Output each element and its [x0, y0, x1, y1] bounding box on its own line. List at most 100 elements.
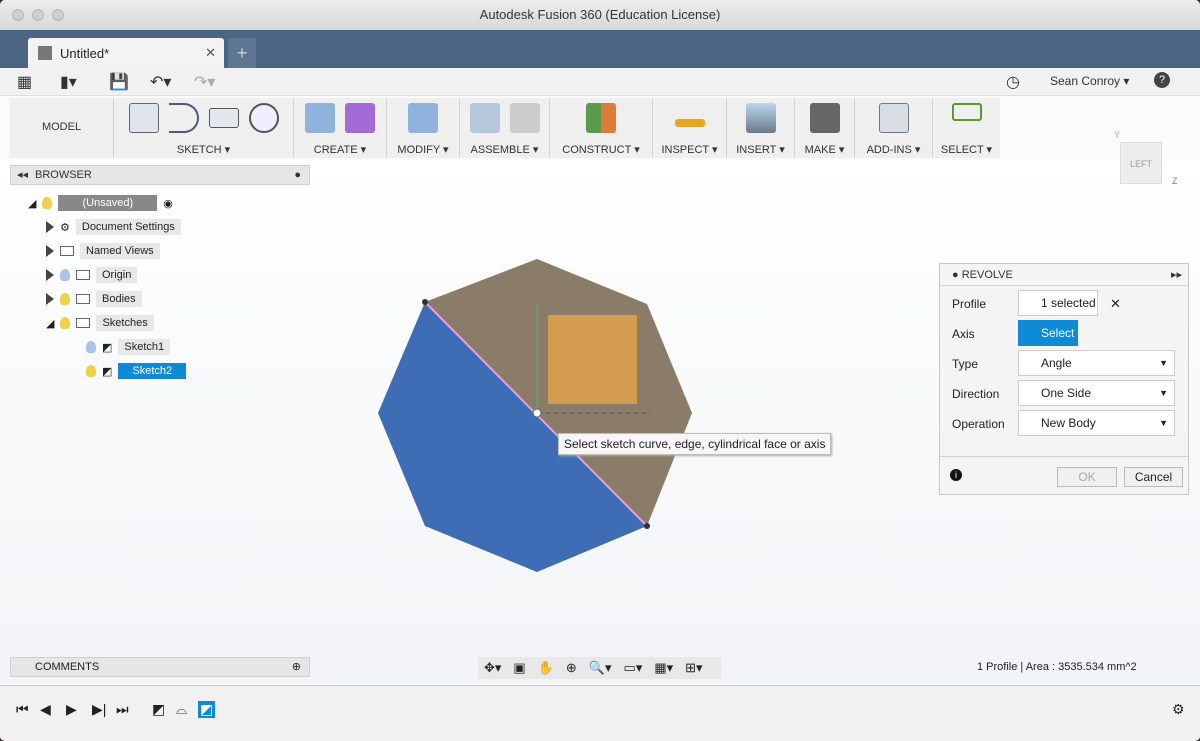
tree-item-origin[interactable]: Origin	[46, 265, 138, 285]
display-settings-icon[interactable]: ▭▾	[624, 660, 643, 676]
last-step-icon[interactable]: ⏭	[116, 701, 129, 718]
info-icon[interactable]: i	[950, 469, 962, 481]
new-component-icon[interactable]	[469, 103, 500, 133]
new-tab-button[interactable]: +	[228, 38, 256, 68]
select-menu[interactable]: SELECT ▾	[941, 143, 992, 156]
ok-button[interactable]: OK	[1057, 467, 1117, 487]
minimize-button[interactable]	[32, 9, 44, 21]
extrude-icon[interactable]	[305, 103, 335, 133]
folder-icon	[60, 246, 74, 256]
sketch-point[interactable]	[644, 523, 650, 529]
user-menu[interactable]: Sean Conroy ▾	[1050, 74, 1129, 88]
viewcube[interactable]: LEFT Y Z	[1114, 130, 1178, 186]
assemble-menu[interactable]: ASSEMBLE ▾	[471, 143, 539, 156]
tab-untitled[interactable]: Untitled* ✕	[28, 38, 224, 68]
visibility-bulb-icon[interactable]	[86, 365, 96, 377]
add-comment-icon[interactable]: ⊕	[292, 658, 301, 676]
timeline-settings-gear-icon[interactable]: ⚙	[1172, 701, 1185, 718]
first-step-icon[interactable]: ⏮	[16, 701, 29, 718]
grid-icon[interactable]: ▦▾	[654, 660, 673, 676]
orbit-icon[interactable]: ✥▾	[484, 660, 501, 676]
pan-icon[interactable]: ✋	[538, 660, 554, 676]
create-menu[interactable]: CREATE ▾	[314, 143, 366, 156]
close-tab-icon[interactable]: ✕	[205, 45, 216, 61]
fit-icon[interactable]: 🔍▾	[589, 660, 612, 676]
timeline-sketch2-icon[interactable]: ◩	[198, 701, 216, 718]
tree-item-sketch2[interactable]: ◩ Sketch2	[86, 361, 187, 381]
browser-toggle-icon[interactable]: ●	[294, 166, 301, 184]
save-icon[interactable]: 💾	[109, 72, 129, 92]
play-icon[interactable]: ▶	[66, 701, 77, 718]
visibility-bulb-icon[interactable]	[60, 269, 70, 281]
sketch-point[interactable]	[422, 299, 428, 305]
sketch-icon: ◩	[102, 365, 113, 378]
tree-item-named-views[interactable]: Named Views	[46, 241, 160, 261]
select-group: SELECT ▾	[933, 98, 1000, 158]
window-controls[interactable]	[12, 9, 64, 21]
undo-icon[interactable]: ↶▾	[150, 72, 171, 92]
tree-item-sketch1[interactable]: ◩ Sketch1	[86, 337, 171, 357]
timeline-sketch1-icon[interactable]: ◩	[152, 701, 165, 718]
help-icon[interactable]: ?	[1154, 72, 1170, 88]
construct-menu[interactable]: CONSTRUCT ▾	[562, 143, 639, 156]
sketch-menu[interactable]: SKETCH ▾	[177, 143, 230, 156]
activate-radio-icon[interactable]: ◉	[163, 197, 173, 210]
expand-dialog-icon[interactable]: ▸▸	[1171, 264, 1182, 286]
insert-image-icon[interactable]	[745, 103, 776, 133]
offset-plane-icon[interactable]	[586, 103, 616, 133]
profile-selector[interactable]: 1 selected	[1018, 290, 1098, 316]
scripts-icon[interactable]	[878, 103, 909, 133]
visibility-bulb-icon[interactable]	[60, 317, 71, 329]
collapse-icon[interactable]: ◂◂	[17, 166, 28, 184]
operation-dropdown[interactable]: New Body ▼	[1018, 410, 1175, 436]
next-step-icon[interactable]: ▶︎|	[92, 701, 106, 718]
visibility-bulb-icon[interactable]	[86, 341, 96, 353]
expand-triangle-icon[interactable]: ◢	[28, 197, 36, 210]
tree-item-document-settings[interactable]: ⚙ Document Settings	[46, 217, 181, 237]
viewports-icon[interactable]: ⊞▾	[685, 660, 702, 676]
comments-panel[interactable]: COMMENTS ⊕	[10, 657, 310, 677]
3d-print-icon[interactable]	[809, 103, 840, 133]
timeline-extrude-icon[interactable]: ⌓	[176, 701, 187, 718]
origin-point[interactable]	[532, 408, 542, 418]
press-pull-icon[interactable]	[408, 103, 438, 133]
tree-item-bodies[interactable]: Bodies	[46, 289, 142, 309]
zoom-button[interactable]	[52, 9, 64, 21]
modify-menu[interactable]: MODIFY ▾	[397, 143, 448, 156]
joint-icon[interactable]	[509, 103, 540, 133]
rectangle-icon[interactable]	[208, 108, 239, 128]
viewcube-face[interactable]: LEFT	[1120, 142, 1162, 184]
close-window-button[interactable]	[12, 9, 24, 21]
axis-label: Axis	[952, 327, 975, 341]
redo-icon[interactable]: ↷▾	[194, 72, 215, 92]
tree-root[interactable]: ◢ (Unsaved) ◉	[28, 193, 173, 213]
file-menu-icon[interactable]: ▮▾	[60, 72, 77, 92]
line-icon[interactable]	[168, 103, 199, 133]
workspace-switcher[interactable]: MODEL	[10, 98, 114, 158]
job-status-clock-icon[interactable]: ◷	[1006, 72, 1020, 92]
status-text: 1 Profile | Area : 3535.534 mm^2	[977, 661, 1137, 673]
create-form-icon[interactable]	[345, 103, 375, 133]
clear-selection-icon[interactable]: ✕	[1110, 296, 1121, 312]
make-menu[interactable]: MAKE ▾	[805, 143, 845, 156]
tree-item-sketches[interactable]: ◢ Sketches	[46, 313, 154, 333]
create-sketch-icon[interactable]	[128, 103, 159, 133]
look-at-icon[interactable]: ▣	[513, 660, 525, 676]
circle-icon[interactable]	[248, 103, 279, 133]
measure-icon[interactable]	[674, 119, 705, 127]
direction-dropdown[interactable]: One Side ▼	[1018, 380, 1175, 406]
add-ins-menu[interactable]: ADD-INS ▾	[867, 143, 921, 156]
inspect-menu[interactable]: INSPECT ▾	[661, 143, 717, 156]
app-grid-icon[interactable]: ▦	[17, 72, 32, 92]
zoom-icon[interactable]: ⊕	[566, 660, 577, 676]
select-icon[interactable]	[951, 103, 982, 121]
visibility-bulb-icon[interactable]	[60, 293, 70, 305]
type-dropdown[interactable]: Angle ▼	[1018, 350, 1175, 376]
browser-header[interactable]: ◂◂ BROWSER ●	[10, 165, 310, 185]
previous-step-icon[interactable]: ◀	[40, 701, 51, 718]
insert-menu[interactable]: INSERT ▾	[736, 143, 785, 156]
axis-select-button[interactable]: Select	[1018, 320, 1078, 346]
cancel-button[interactable]: Cancel	[1124, 467, 1183, 487]
folder-icon	[76, 294, 90, 304]
visibility-bulb-icon[interactable]	[42, 197, 53, 209]
